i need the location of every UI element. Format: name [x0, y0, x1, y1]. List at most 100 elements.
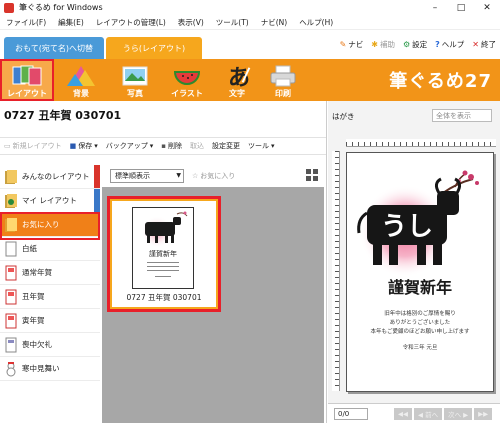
- category-my-layouts[interactable]: マイ レイアウト: [0, 189, 100, 213]
- new-layout-label: 新規レイアウト: [12, 142, 62, 150]
- category-stripe: [94, 213, 100, 236]
- tool-illustration-label: イラスト: [171, 89, 203, 98]
- tool-text-label: 文字: [229, 89, 245, 98]
- card-date: 令和三年 元旦: [403, 343, 438, 351]
- tool-layout-label: レイアウト: [7, 89, 47, 98]
- category-label: 喪中欠礼: [22, 340, 52, 349]
- menu-tools[interactable]: ツール(T): [210, 17, 255, 28]
- tool-illustration[interactable]: イラスト: [162, 61, 212, 99]
- assist-link[interactable]: ✱ 補助: [371, 39, 395, 50]
- category-stripe: [94, 165, 100, 188]
- nav-links: ✎ ナビ ✱ 補助 ⚙ 設定 ? ヘルプ ✕ 終了: [340, 39, 496, 50]
- menu-view[interactable]: 表示(V): [172, 17, 210, 28]
- last-page-button[interactable]: ▶▶: [474, 407, 493, 420]
- help-link[interactable]: ? ヘルプ: [435, 39, 464, 50]
- ox-card-preview: 謹賀新年: [141, 211, 188, 277]
- app-icon: [4, 2, 14, 13]
- tool-text[interactable]: あ 文字: [212, 61, 262, 99]
- assist-label: 補助: [379, 40, 395, 49]
- blank-page-icon: [5, 241, 17, 257]
- paper-type-label: はがき: [332, 112, 355, 121]
- favorite-folder-icon: [5, 218, 17, 232]
- text-icon: あ: [228, 65, 251, 88]
- layout-icon: [12, 65, 42, 86]
- category-tiger-newyear[interactable]: 寅年賀: [0, 309, 100, 333]
- background-icon: [67, 66, 95, 86]
- tool-layout[interactable]: レイアウト: [0, 59, 54, 101]
- maximize-button[interactable]: □: [448, 0, 474, 15]
- tools-button[interactable]: ツール ▾: [244, 141, 279, 151]
- first-page-button[interactable]: ◀◀: [394, 407, 412, 420]
- category-ox-newyear[interactable]: 丑年賀: [0, 285, 100, 309]
- new-layout-icon: ▭: [4, 142, 11, 150]
- category-winter-greeting[interactable]: 寒中見舞い: [0, 357, 100, 381]
- gear-icon: ⚙: [402, 40, 411, 49]
- card-icon: [5, 289, 17, 305]
- zoom-dropdown[interactable]: 全体を表示: [432, 109, 492, 122]
- prev-page-button[interactable]: ◀ 前へ: [414, 407, 443, 420]
- next-page-button[interactable]: 次へ ▶: [444, 407, 473, 420]
- tab-back-layout[interactable]: うら(レイアウト): [106, 37, 202, 59]
- category-favorites[interactable]: お気に入り: [0, 213, 100, 237]
- category-label: みんなのレイアウト: [22, 172, 90, 181]
- chevron-down-icon: ▼: [176, 172, 181, 179]
- tools-label: ツール: [248, 142, 270, 150]
- menu-help[interactable]: ヘルプ(H): [293, 17, 339, 28]
- minimize-button[interactable]: –: [422, 0, 448, 15]
- layout-panel: 0727 丑年賀 030701 ▭ 新規レイアウト ■ 保存 ▾ バックアップ …: [0, 101, 327, 423]
- tab-front-address[interactable]: おもて(宛て名)へ切替: [4, 37, 104, 59]
- thumbnail-card: 謹賀新年: [132, 207, 194, 289]
- card-message-line-2: ありがとうございました: [390, 318, 451, 326]
- window-title: 筆ぐるめ for Windows: [19, 3, 103, 12]
- delete-label: 削除: [168, 142, 183, 150]
- exit-link[interactable]: ✕ 終了: [472, 39, 496, 50]
- help-label: ヘルプ: [441, 40, 465, 49]
- import-label: 取込: [190, 142, 205, 150]
- delete-button[interactable]: ▪ 削除: [157, 141, 186, 151]
- tool-print[interactable]: 印刷: [258, 61, 308, 99]
- user-folder-icon: [5, 194, 17, 208]
- main-toolbar: レイアウト 背景 写真 イラスト あ 文字 印刷 筆ぐるめ27: [0, 59, 500, 101]
- tool-print-label: 印刷: [275, 89, 291, 98]
- close-window-button[interactable]: ✕: [474, 0, 500, 15]
- page-counter: 0/0: [334, 407, 368, 420]
- backup-button[interactable]: バックアップ ▾: [102, 141, 158, 151]
- zoom-value: 全体を表示: [436, 111, 471, 120]
- card-icon: [5, 265, 17, 281]
- tool-background-label: 背景: [73, 89, 89, 98]
- menu-edit[interactable]: 編集(E): [52, 17, 90, 28]
- category-mourning[interactable]: 喪中欠礼: [0, 333, 100, 357]
- menu-layout-manage[interactable]: レイアウトの管理(L): [90, 17, 172, 28]
- sort-dropdown[interactable]: 標準順表示 ▼: [110, 169, 184, 183]
- new-layout-button[interactable]: ▭ 新規レイアウト: [0, 141, 66, 151]
- settings-link[interactable]: ⚙ 設定: [403, 39, 427, 50]
- import-button[interactable]: 取込: [186, 141, 208, 151]
- chevron-down-icon: ▾: [149, 142, 154, 150]
- tab-front-label: おもて(宛て名)へ切替: [15, 43, 93, 53]
- category-regular-newyear[interactable]: 通常年賀: [0, 261, 100, 285]
- tool-photo-label: 写真: [127, 89, 143, 98]
- grid-view-icon[interactable]: [306, 169, 318, 181]
- backup-label: バックアップ: [105, 142, 148, 150]
- title-bar: 筆ぐるめ for Windows – □ ✕: [0, 0, 500, 15]
- navi-link[interactable]: ✎ ナビ: [340, 39, 364, 50]
- category-list: みんなのレイアウト マイ レイアウト お気に入り 白紙 通常年賀 丑年賀 寅年賀: [0, 165, 100, 423]
- category-label: 寒中見舞い: [22, 364, 60, 373]
- postcard-preview: うし 謹賀新年 旧年中は格別のご厚情を賜り ありがとうございました 本年もご愛顧…: [346, 152, 494, 392]
- layout-thumbnail[interactable]: 謹賀新年 0727 丑年賀 030701: [107, 196, 221, 312]
- category-label: 丑年賀: [22, 292, 45, 301]
- tool-background[interactable]: 背景: [56, 61, 106, 99]
- printer-icon: [270, 65, 296, 87]
- category-blank[interactable]: 白紙: [0, 237, 100, 261]
- settings-label: 設定: [412, 40, 428, 49]
- add-favorite-button[interactable]: ☆ お気に入り: [192, 171, 235, 181]
- save-button[interactable]: ■ 保存 ▾: [66, 141, 102, 151]
- menu-file[interactable]: ファイル(F): [0, 17, 52, 28]
- tool-photo[interactable]: 写真: [110, 61, 160, 99]
- pin-icon: ✎: [339, 40, 347, 49]
- change-settings-button[interactable]: 設定変更: [208, 141, 244, 151]
- menu-navi[interactable]: ナビ(N): [255, 17, 293, 28]
- category-everyone-layouts[interactable]: みんなのレイアウト: [0, 165, 100, 189]
- card-message-line-1: 旧年中は格別のご厚情を賜り: [384, 309, 456, 317]
- gallery-toolbar: 標準順表示 ▼ ☆ お気に入り: [102, 165, 324, 187]
